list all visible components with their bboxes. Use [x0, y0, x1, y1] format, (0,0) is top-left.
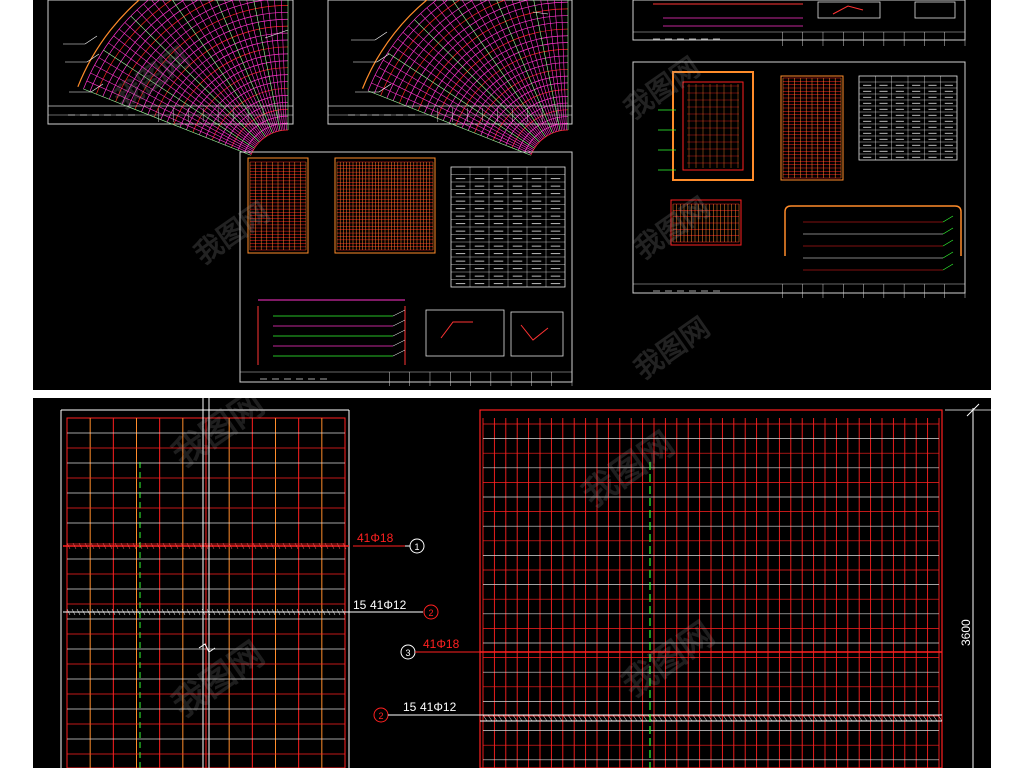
callout-left-grid-label: 41Φ12: [370, 598, 407, 612]
svg-text:我图网: 我图网: [628, 191, 716, 266]
svg-text:我图网: 我图网: [628, 311, 716, 386]
callout-left-grid-count: 15: [353, 598, 367, 612]
callout-top-bar-number: 1: [414, 542, 419, 552]
svg-text:我图网: 我图网: [165, 634, 271, 725]
callout-top-bar-label: 41Φ18: [357, 531, 394, 545]
sheet-box-section: [632, 61, 966, 298]
callout-right-bar-number: 3: [405, 648, 410, 658]
dimension-label: 3600: [959, 619, 973, 646]
callout-right-bar: 3 41Φ18: [400, 637, 480, 660]
callout-right-grid-label: 41Φ12: [420, 700, 457, 714]
overview-canvas: 我图网 我图网 我图网 我图网 我图网: [47, 0, 966, 386]
callout-right-grid: 2 15 41Φ12: [373, 700, 480, 723]
svg-text:我图网: 我图网: [188, 196, 276, 271]
overview-panel: 我图网 我图网 我图网 我图网 我图网: [33, 0, 991, 390]
callout-right-grid-number: 2: [378, 711, 383, 721]
right-rebar-grid: 3600: [479, 403, 991, 768]
watermark-logo-icon: 我图网 我图网 我图网 我图网: [165, 398, 721, 725]
callout-top-bar: 41Φ18 1: [353, 531, 425, 554]
callout-left-grid-number: 2: [428, 608, 433, 618]
detail-canvas: 3600 41Φ18 1 15 41Φ12 2 3 41Φ18 2 15 41Φ…: [60, 398, 991, 768]
detail-panel: 3600 41Φ18 1 15 41Φ12 2 3 41Φ18 2 15 41Φ…: [33, 398, 991, 768]
sheet-fan-middle: [327, 0, 573, 156]
sheet-top-right: [632, 0, 966, 46]
sheet-rebar-center: [239, 151, 573, 386]
callout-right-bar-label: 41Φ18: [423, 637, 460, 651]
callout-left-grid: 15 41Φ12 2: [349, 598, 439, 620]
callout-right-grid-count: 15: [403, 700, 417, 714]
